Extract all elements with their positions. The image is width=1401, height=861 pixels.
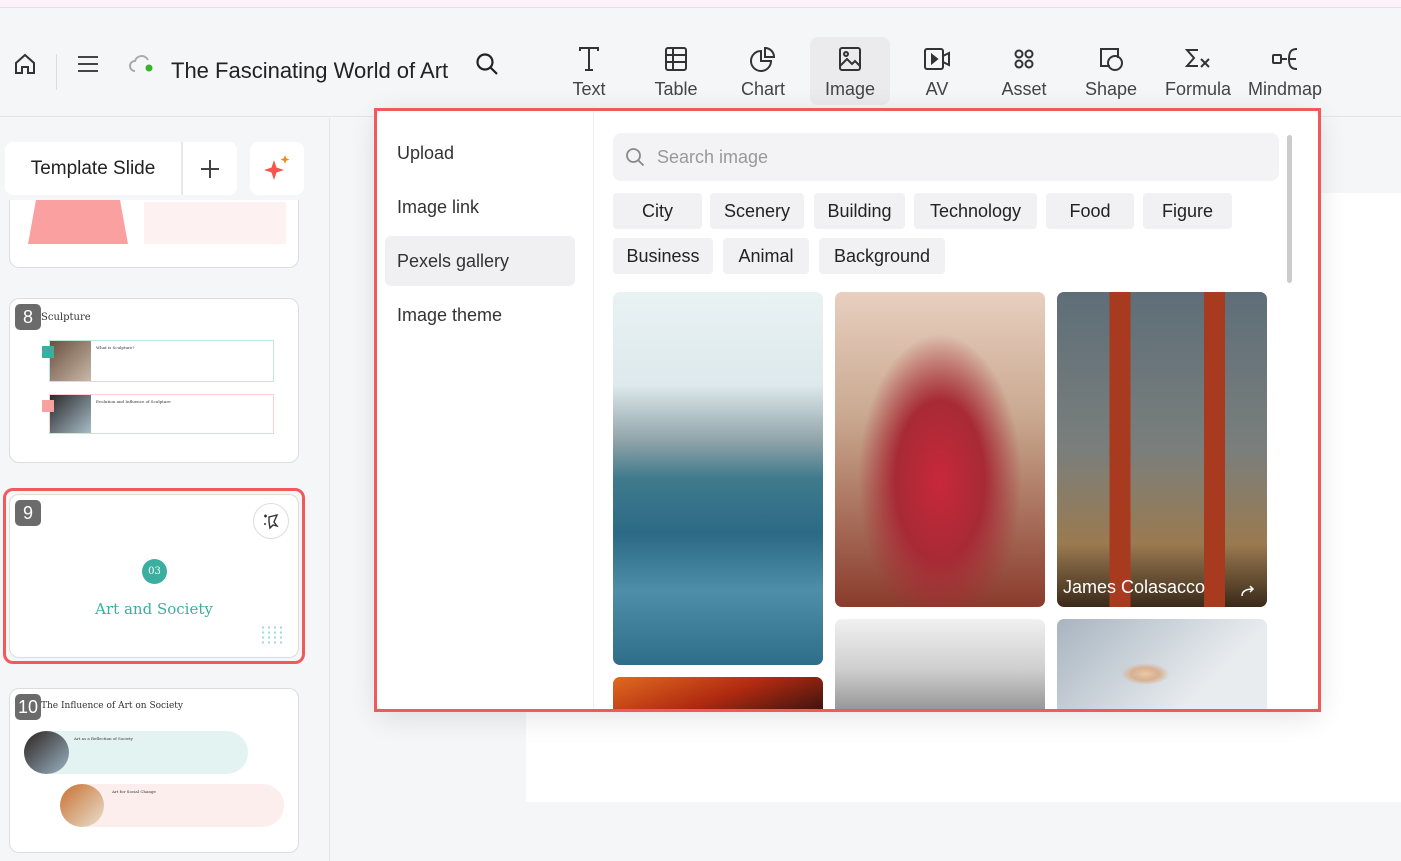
tool-asset[interactable]: Asset (984, 37, 1064, 105)
slide-photo (60, 784, 104, 827)
sparkle-icon (264, 154, 290, 180)
plus-icon (201, 159, 219, 178)
mindmap-icon (1272, 48, 1298, 70)
magic-brush-button[interactable] (253, 503, 289, 539)
image-source-menu: Upload Image link Pexels gallery Image t… (377, 110, 594, 710)
menu-upload[interactable]: Upload (385, 128, 575, 178)
category-food[interactable]: Food (1046, 193, 1134, 229)
menu-image-link[interactable]: Image link (385, 182, 575, 232)
slide-number: 8 (15, 304, 41, 330)
gallery-photo[interactable] (613, 292, 823, 665)
category-city[interactable]: City (613, 193, 702, 229)
slide-card-title: What is Sculpture? (96, 345, 135, 350)
text-icon (579, 47, 599, 71)
search-icon (626, 148, 645, 167)
image-icon (839, 47, 861, 71)
slide-graphic (28, 200, 128, 244)
top-bar (0, 0, 1401, 8)
gallery-photo[interactable] (835, 619, 1045, 710)
category-building[interactable]: Building (814, 193, 905, 229)
gallery-photo[interactable] (1057, 619, 1267, 710)
slide-number: 10 (15, 694, 41, 720)
tool-mindmap[interactable]: Mindmap (1245, 37, 1325, 105)
dot-pattern (260, 625, 286, 645)
search-icon[interactable] (472, 49, 502, 79)
slide-card: Evolution and Influence of Sculpture (42, 394, 274, 434)
gallery-photo[interactable] (613, 677, 823, 710)
tool-table[interactable]: Table (636, 37, 716, 105)
category-figure[interactable]: Figure (1143, 193, 1232, 229)
divider (56, 54, 57, 90)
category-animal[interactable]: Animal (723, 238, 809, 274)
slide-card: Art for Social Change (86, 784, 284, 827)
photo-credit[interactable]: James Colasacco (1063, 577, 1205, 598)
slide-icon (42, 346, 54, 358)
template-slide-button[interactable]: Template Slide (5, 142, 237, 195)
document-title[interactable]: The Fascinating World of Art (171, 58, 448, 84)
slide-icon (42, 400, 54, 412)
search-placeholder: Search image (657, 146, 769, 167)
chart-icon (750, 46, 776, 72)
formula-icon (1184, 49, 1210, 68)
slide-photo (24, 731, 69, 774)
section-badge: 03 (142, 559, 167, 584)
category-background[interactable]: Background (819, 238, 945, 274)
tool-text[interactable]: Text (549, 37, 629, 105)
gallery-photo[interactable]: James Colasacco (1057, 292, 1267, 607)
slide-card-title: Art as a Reflection of Society (74, 736, 133, 741)
magic-brush-icon (264, 513, 279, 530)
slide-title: Sculpture (41, 312, 91, 323)
slide-thumbnail-10[interactable]: 10 The Influence of Art on Society Art a… (9, 688, 299, 853)
header: The Fascinating World of Art Text Table … (0, 9, 1401, 117)
menu-image-theme[interactable]: Image theme (385, 290, 575, 340)
ai-sparkle-button[interactable] (250, 142, 304, 195)
slide-title: The Influence of Art on Society (41, 701, 183, 711)
template-slide-label[interactable]: Template Slide (5, 142, 183, 195)
slide-photo (50, 395, 91, 433)
slide-photo (50, 341, 91, 381)
slide-thumbnail-7[interactable] (9, 200, 299, 268)
slide-card-title: Art for Social Change (112, 789, 156, 794)
tool-av[interactable]: AV (897, 37, 977, 105)
menu-icon[interactable] (73, 49, 103, 79)
slide-card: What is Sculpture? (42, 340, 274, 382)
menu-pexels-gallery[interactable]: Pexels gallery (385, 236, 575, 286)
video-icon (924, 48, 950, 70)
image-panel: Upload Image link Pexels gallery Image t… (377, 110, 1318, 710)
add-slide-button[interactable] (183, 142, 237, 195)
slide-card: Art as a Reflection of Society (50, 731, 248, 774)
slide-card-title: Evolution and Influence of Sculpture (96, 399, 171, 404)
cloud-saved-icon (127, 50, 157, 78)
tool-shape[interactable]: Shape (1071, 37, 1151, 105)
category-scenery[interactable]: Scenery (710, 193, 804, 229)
image-search-input[interactable]: Search image (613, 133, 1279, 181)
category-technology[interactable]: Technology (914, 193, 1037, 229)
tool-formula[interactable]: Formula (1158, 37, 1238, 105)
slide-text-block (144, 202, 286, 244)
gallery-photo[interactable] (835, 292, 1045, 607)
share-arrow-icon[interactable] (1241, 585, 1255, 597)
home-icon[interactable] (10, 49, 40, 79)
slide-thumbnail-8[interactable]: 8 Sculpture What is Sculpture? Evolution… (9, 298, 299, 463)
shape-icon (1100, 48, 1123, 71)
slide-thumbnail-9[interactable]: 9 03 Art and Society (9, 494, 299, 658)
asset-icon (1014, 49, 1034, 69)
scrollbar[interactable] (1287, 135, 1292, 283)
table-icon (665, 47, 687, 71)
tool-image[interactable]: Image (810, 37, 890, 105)
slide-number: 9 (15, 500, 41, 526)
tool-chart[interactable]: Chart (723, 37, 803, 105)
slide-title: Art and Society (95, 600, 213, 618)
category-business[interactable]: Business (613, 238, 713, 274)
